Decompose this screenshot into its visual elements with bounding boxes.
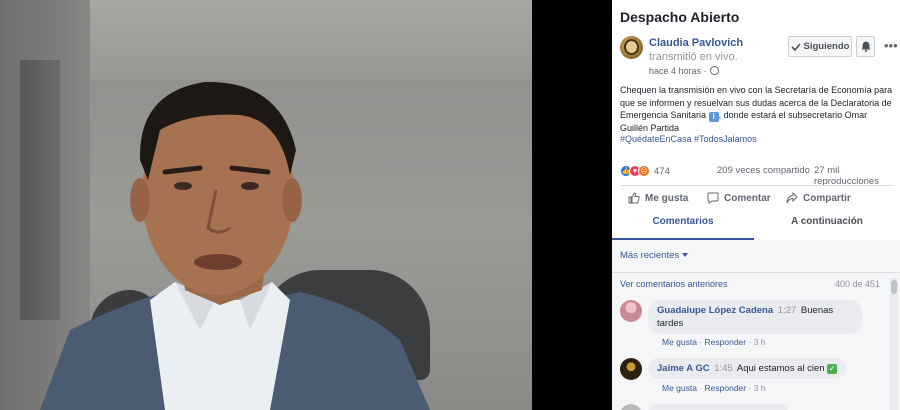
comment-like-link[interactable]: Me gusta: [662, 337, 697, 347]
comment-text: Buenas: [800, 305, 834, 316]
post-panel: Despacho Abierto Claudia Pavlovich trans…: [612, 0, 900, 410]
commenter-avatar[interactable]: [620, 300, 642, 322]
share-arrow-icon: [786, 192, 798, 204]
comment-item: Jaime A GC 1:45 Aqui estamos al cien ✓ M…: [620, 358, 886, 402]
comment-bubble: Jaime A GC 1:45 Aqui estamos al cien ✓: [648, 358, 847, 379]
post-hashtags[interactable]: #QuédateEnCasa #TodosJalamos: [620, 134, 757, 144]
like-button[interactable]: Me gusta: [628, 192, 688, 204]
chevron-down-icon: [682, 253, 689, 257]
post-time[interactable]: hace 4 horas ·: [649, 66, 719, 76]
share-count[interactable]: 209 veces compartido: [717, 165, 810, 176]
stats-divider: [620, 185, 894, 186]
author-name[interactable]: Claudia Pavlovich: [649, 37, 743, 49]
video-speaker: [40, 81, 430, 410]
following-button[interactable]: Siguiendo: [788, 36, 852, 57]
angry-reaction-icon: ☹: [638, 165, 650, 177]
comment-bubble: [648, 404, 788, 410]
share-button[interactable]: Compartir: [786, 192, 851, 204]
panel-title: Despacho Abierto: [620, 9, 740, 25]
view-count: 27 mil reproducciones: [814, 165, 879, 187]
author-subtitle: transmitió en vivo.: [649, 51, 738, 63]
globe-icon: [709, 66, 719, 75]
comment-bubble: Guadalupe López Cadena 1:27 Buenas tarde…: [648, 300, 862, 334]
comment-reply-link[interactable]: Responder: [705, 337, 747, 347]
comment-item: [620, 404, 886, 410]
check-mark-emoji-icon: ✓: [827, 364, 838, 374]
comment-text: Aqui estamos al cien: [736, 363, 825, 374]
comment-button[interactable]: Comentar: [707, 192, 771, 204]
author-row: Claudia Pavlovich transmitió en vivo. ha…: [620, 36, 898, 80]
like-button-label: Me gusta: [645, 192, 689, 204]
notifications-button[interactable]: [856, 36, 875, 57]
reactions-summary[interactable]: 👍 ♥ ☹ 474: [620, 165, 670, 177]
post-actions: Me gusta Comentar Compartir: [612, 192, 900, 210]
info-emoji-icon: i: [708, 112, 719, 122]
commenter-name[interactable]: Guadalupe López Cadena: [657, 305, 773, 316]
comment-reply-link[interactable]: Responder: [705, 383, 747, 393]
comment-age: 3 h: [753, 337, 766, 347]
live-video[interactable]: [0, 0, 532, 410]
tab-comments[interactable]: Comentarios: [612, 216, 754, 227]
tab-up-next[interactable]: A continuación: [754, 216, 900, 227]
previous-comments-row: Ver comentarios anteriores 400 de 451: [620, 279, 880, 289]
comment-item: Guadalupe López Cadena 1:27 Buenas tarde…: [620, 300, 886, 356]
thumbs-up-icon: [628, 192, 640, 204]
comment-actions: Me gusta · Responder · 3 h: [662, 337, 766, 347]
comment-sort-dropdown[interactable]: Más recientes: [620, 250, 689, 261]
engagement-stats: 👍 ♥ ☹ 474 209 veces compartido 27 mil re…: [620, 165, 896, 187]
author-avatar[interactable]: [620, 36, 643, 59]
comments-scrollbar[interactable]: [890, 278, 898, 410]
following-button-label: Siguiendo: [803, 41, 850, 52]
post-time-label: hace 4 horas ·: [649, 66, 707, 76]
comment-count: 400 de 451: [834, 279, 880, 289]
scrollbar-thumb[interactable]: [891, 280, 897, 294]
comment-age: 3 h: [753, 383, 766, 393]
comment-text-line2: tardes: [657, 318, 684, 329]
bell-icon: [861, 41, 870, 52]
video-letterbox: [532, 0, 612, 410]
view-previous-comments-link[interactable]: Ver comentarios anteriores: [620, 279, 728, 289]
comment-timestamp[interactable]: 1:27: [778, 305, 797, 316]
comment-sort-label: Más recientes: [620, 250, 680, 261]
more-options-icon[interactable]: •••: [884, 38, 898, 53]
share-button-label: Compartir: [803, 192, 851, 204]
commenter-avatar[interactable]: [620, 358, 642, 380]
commenter-name[interactable]: Jaime A GC: [657, 363, 710, 374]
post-description: Chequen la transmisión en vivo con la Se…: [620, 84, 894, 135]
comment-like-link[interactable]: Me gusta: [662, 383, 697, 393]
reaction-count: 474: [654, 165, 670, 177]
comment-icon: [707, 192, 719, 204]
comments-divider: [612, 272, 900, 273]
comment-button-label: Comentar: [724, 192, 771, 204]
commenter-avatar[interactable]: [620, 404, 642, 410]
comments-section: Más recientes Ver comentarios anteriores…: [612, 240, 900, 410]
check-icon: [790, 42, 801, 51]
comment-actions: Me gusta · Responder · 3 h: [662, 383, 766, 393]
comment-timestamp[interactable]: 1:45: [714, 363, 733, 374]
